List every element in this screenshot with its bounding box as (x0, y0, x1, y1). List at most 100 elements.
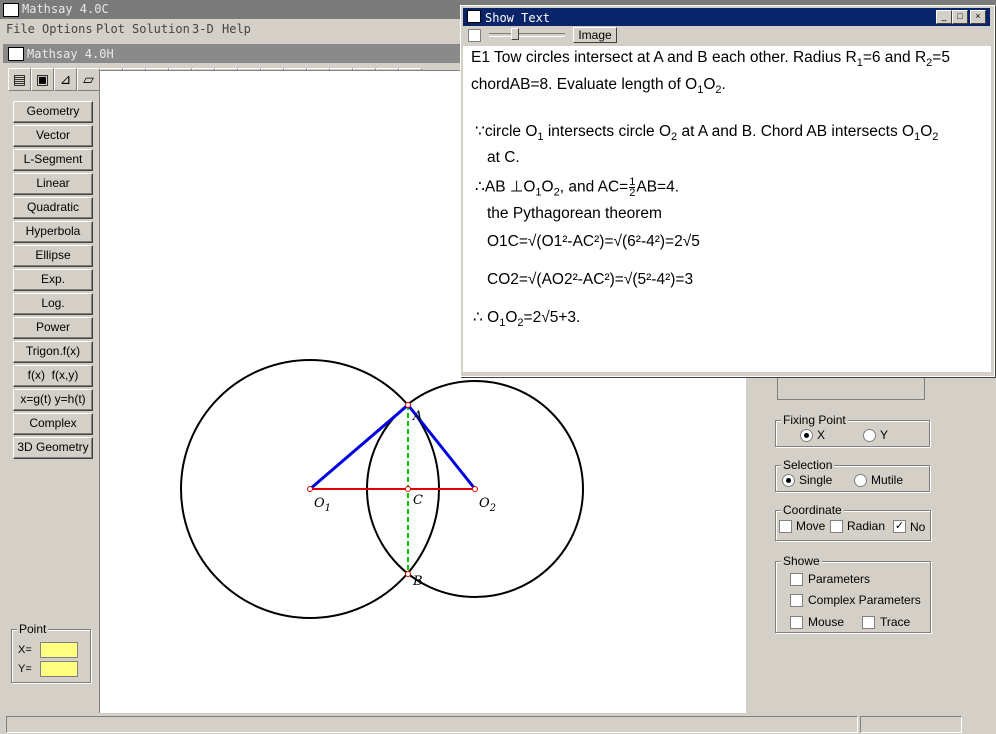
app-icon (3, 3, 19, 17)
point-group-label: Point (17, 622, 49, 636)
point-x-field[interactable] (40, 642, 78, 658)
problem-line-2: chordAB=8. Evaluate length of O1O2. (471, 76, 726, 97)
menu-options[interactable]: Options (42, 22, 93, 36)
point-c (405, 486, 411, 492)
point-y-field[interactable] (40, 661, 78, 677)
label-o2: O2 (479, 496, 496, 514)
fx-fxy-button[interactable]: f(x) f(x,y) (13, 365, 93, 387)
showe-label: Showe (781, 554, 822, 568)
selection-label: Selection (781, 458, 835, 472)
document-title: Mathsay 4.0H (27, 47, 114, 61)
status-pane-main (6, 716, 858, 733)
close-button[interactable]: × (970, 10, 986, 24)
document-title-bar: Mathsay 4.0H (3, 44, 465, 63)
menu-file[interactable]: File (6, 22, 35, 36)
solution-line-2: at C. (487, 149, 520, 166)
show-text-title-bar: Show Text _ □ × (463, 8, 990, 26)
point-o1 (307, 486, 313, 492)
ellipse-button[interactable]: Ellipse (13, 245, 93, 267)
parameters-checkbox[interactable] (790, 573, 803, 586)
radian-label: Radian (847, 519, 886, 533)
solution-line-1: ∵circle O1 intersects circle O2 at A and… (475, 123, 939, 144)
complex-parameters-label: Complex Parameters (808, 593, 921, 607)
point-group: Point X= Y= (11, 622, 91, 683)
l-segment-button[interactable]: L-Segment (13, 149, 93, 171)
menu-3d[interactable]: 3-D (192, 22, 214, 36)
no-checkbox[interactable]: ✓ (893, 520, 906, 533)
single-radio[interactable] (782, 474, 795, 487)
erase-icon[interactable]: ▱ (77, 68, 100, 91)
radian-checkbox[interactable] (830, 520, 843, 533)
solution-line-6: CO2=√(AO2²-AC²)=√(5²-4²)=3 (487, 271, 694, 288)
status-pane-secondary (860, 716, 962, 733)
popup-checkbox[interactable] (468, 29, 481, 42)
label-o1: O1 (314, 496, 331, 514)
mouse-label: Mouse (808, 615, 845, 629)
minimize-button[interactable]: _ (936, 10, 952, 24)
document-icon (8, 47, 24, 61)
hyperbola-button[interactable]: Hyperbola (13, 221, 93, 243)
power-button[interactable]: Power (13, 317, 93, 339)
solution-line-5: O1C=√(O1²-AC²)=√(6²-4²)=2√5 (487, 233, 700, 250)
draw-icon[interactable]: ⊿ (54, 68, 77, 91)
complex-parameters-checkbox[interactable] (790, 594, 803, 607)
solution-line-4: the Pythagorean theorem (487, 205, 662, 222)
fixing-point-label: Fixing Point (781, 413, 848, 427)
label-b: B (412, 574, 423, 589)
vector-button[interactable]: Vector (13, 125, 93, 147)
trace-label: Trace (880, 615, 911, 629)
mouse-checkbox[interactable] (790, 616, 803, 629)
coordinate-group: Coordinate Move Radian ✓ No (775, 503, 931, 541)
3d-geometry-button[interactable]: 3D Geometry (13, 437, 93, 459)
radius-o1a (309, 403, 409, 491)
fixing-point-group: Fixing Point X Y (775, 413, 930, 447)
status-bar (0, 714, 996, 734)
geometry-button[interactable]: Geometry (13, 101, 93, 123)
maximize-button[interactable]: □ (952, 10, 968, 24)
parametric-button[interactable]: x=g(t) y=h(t) (13, 389, 93, 411)
save-icon[interactable]: ▣ (31, 68, 54, 91)
complex-button[interactable]: Complex (13, 413, 93, 435)
single-label: Single (799, 473, 833, 487)
linear-button[interactable]: Linear (13, 173, 93, 195)
show-text-window: Show Text _ □ × Image E1 Tow circles int… (460, 5, 995, 377)
slider-track[interactable] (489, 33, 565, 37)
point-x-label: X= (18, 644, 32, 656)
move-label: Move (796, 519, 826, 533)
fixing-y-radio[interactable] (863, 429, 876, 442)
mutile-label: Mutile (871, 473, 904, 487)
fixing-y-label: Y (880, 428, 889, 442)
problem-line-1: E1 Tow circles intersect at A and B each… (471, 49, 950, 70)
menu-plot[interactable]: Plot (96, 22, 125, 36)
label-c: C (413, 493, 423, 508)
trigon-button[interactable]: Trigon.f(x) (13, 341, 93, 363)
app-title: Mathsay 4.0C (22, 2, 109, 16)
selection-group: Selection Single Mutile (775, 458, 930, 492)
show-text-title: Show Text (485, 11, 551, 25)
no-label: No (910, 520, 926, 534)
point-a (405, 402, 411, 408)
log-button[interactable]: Log. (13, 293, 93, 315)
coordinate-label: Coordinate (781, 503, 844, 517)
open-icon[interactable]: ▤ (8, 68, 31, 91)
menu-help[interactable]: Help (222, 22, 251, 36)
trace-checkbox[interactable] (862, 616, 875, 629)
move-checkbox[interactable] (779, 520, 792, 533)
showe-group: Showe Parameters Complex Parameters Mous… (775, 554, 931, 633)
slider-thumb[interactable] (511, 28, 519, 40)
point-b (405, 571, 411, 577)
solution-line-3: ∴AB ⊥O1O2, and AC= 1 2 AB=4. (475, 176, 680, 199)
label-a: A (412, 409, 422, 424)
point-y-label: Y= (18, 663, 32, 675)
exp-button[interactable]: Exp. (13, 269, 93, 291)
parameters-label: Parameters (808, 572, 871, 586)
point-o2 (472, 486, 478, 492)
image-button[interactable]: Image (573, 27, 617, 43)
menu-solution[interactable]: Solution (132, 22, 190, 36)
solution-line-7: ∴ O1O2=2√5+3. (473, 309, 581, 330)
window-icon-small (467, 10, 481, 23)
quadratic-button[interactable]: Quadratic (13, 197, 93, 219)
fixing-x-label: X (817, 428, 826, 442)
fixing-x-radio[interactable] (800, 429, 813, 442)
mutile-radio[interactable] (854, 474, 867, 487)
